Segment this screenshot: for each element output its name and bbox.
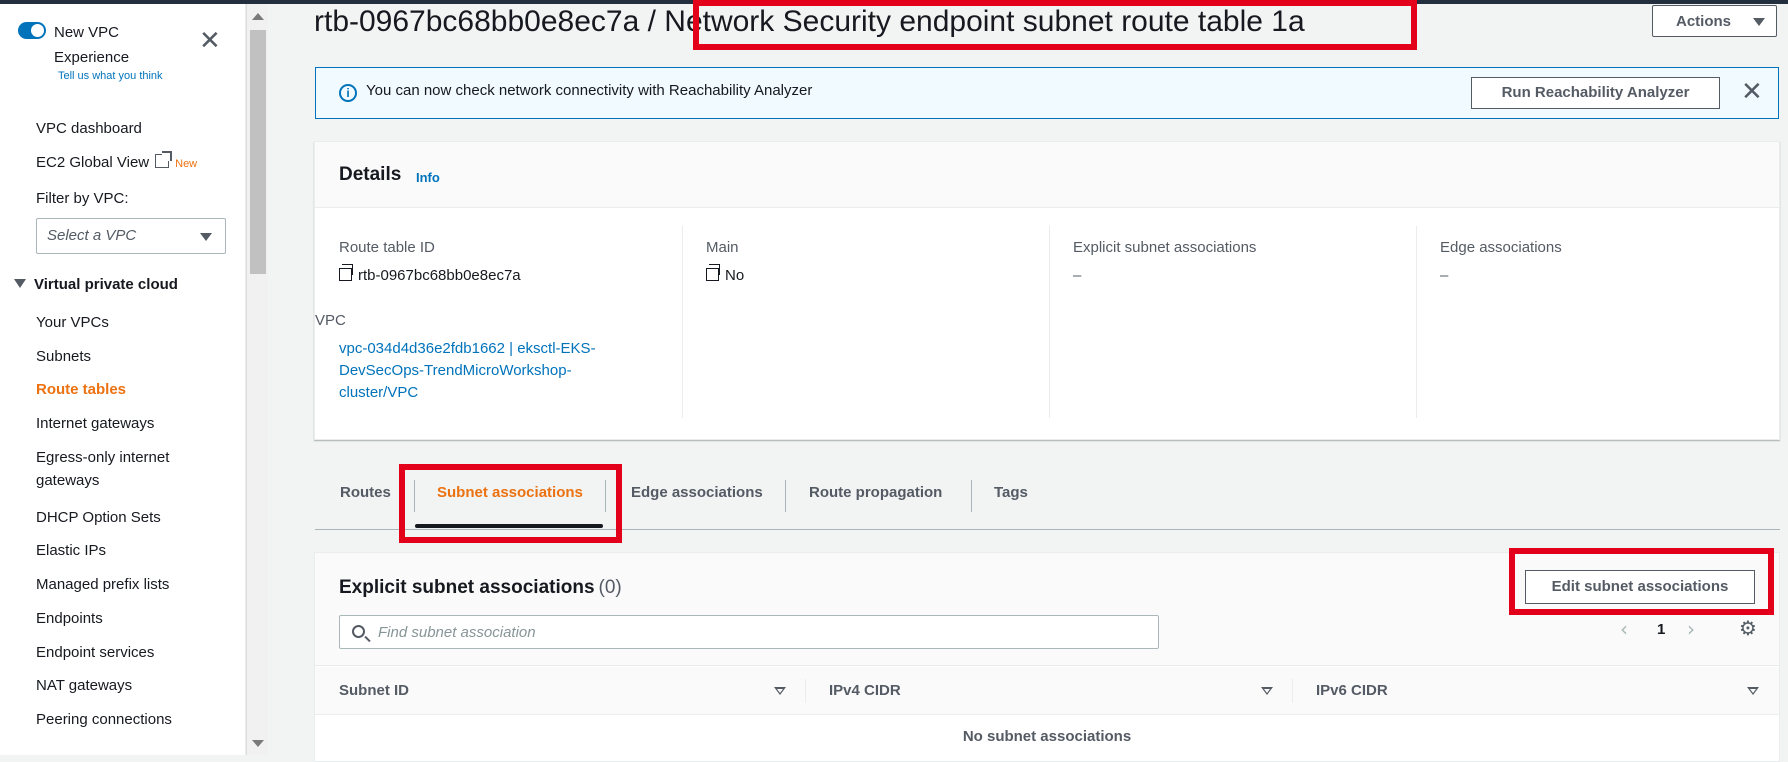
flash-message: You can now check network connectivity w… (366, 82, 813, 99)
column-divider (682, 226, 683, 418)
edge-associations-label: Edge associations (1440, 239, 1562, 256)
sidebar-item-dhcp-option-sets[interactable]: DHCP Option Sets (36, 506, 161, 529)
sort-icon[interactable] (1261, 687, 1273, 695)
tab-routes[interactable]: Routes (340, 484, 391, 501)
info-icon: i (339, 84, 357, 102)
tab-divider (785, 480, 786, 512)
sidebar-item-endpoint-services[interactable]: Endpoint services (36, 641, 154, 664)
page-number[interactable]: 1 (1657, 621, 1665, 638)
search-placeholder: Find subnet association (378, 624, 536, 641)
column-ipv4-cidr[interactable]: IPv4 CIDR (829, 682, 901, 699)
column-divider (1292, 679, 1293, 703)
close-icon[interactable]: ✕ (199, 28, 221, 54)
sidebar-item-egress-only-internet-gateways[interactable]: Egress-only internet gateways (36, 446, 226, 492)
vpc-link[interactable]: vpc-034d4d36e2fdb1662 | eksctl-EKS-DevSe… (339, 338, 627, 404)
tab-route-propagation[interactable]: Route propagation (809, 484, 942, 501)
sidebar-item-label: EC2 Global View (36, 154, 150, 171)
edge-associations-value: – (1440, 267, 1449, 284)
search-icon (352, 625, 365, 638)
column-ipv6-cidr[interactable]: IPv6 CIDR (1316, 682, 1388, 699)
tab-edge-associations[interactable]: Edge associations (631, 484, 763, 501)
title-highlight-box (693, 0, 1417, 50)
column-divider (805, 679, 806, 703)
sidebar-item-endpoints[interactable]: Endpoints (36, 607, 103, 630)
search-input[interactable]: Find subnet association (339, 615, 1159, 649)
toggle-knob (31, 24, 44, 37)
associations-title: Explicit subnet associations (0) (339, 577, 622, 599)
column-divider (1049, 226, 1050, 418)
sidebar-item-vpc-dashboard[interactable]: VPC dashboard (36, 117, 142, 140)
sidebar-item-your-vpcs[interactable]: Your VPCs (36, 311, 109, 334)
filter-label: Filter by VPC: (36, 190, 129, 207)
sidebar-item-route-tables[interactable]: Route tables (36, 378, 126, 401)
run-reachability-analyzer-button[interactable]: Run Reachability Analyzer (1471, 77, 1720, 109)
experience-title: New VPC Experience (54, 24, 130, 66)
vpc-label: VPC (315, 312, 346, 329)
scroll-up-arrow[interactable] (252, 13, 264, 20)
associations-count: (0) (598, 577, 622, 598)
new-badge: New (175, 158, 198, 170)
vpc-select[interactable]: Select a VPC (36, 218, 226, 254)
details-panel: Details Info Route table ID rtb-0967bc68… (314, 141, 1780, 440)
caret-down-icon (1753, 18, 1765, 26)
flash-banner: i You can now check network connectivity… (315, 67, 1779, 119)
sort-icon[interactable] (1747, 687, 1759, 695)
sort-icon[interactable] (774, 687, 786, 695)
column-divider (1416, 226, 1417, 418)
edit-button-highlight-box (1509, 548, 1774, 615)
table-header: Subnet ID IPv4 CIDR IPv6 CIDR (315, 667, 1779, 715)
tab-highlight-box (399, 464, 622, 543)
sidebar-item-managed-prefix-lists[interactable]: Managed prefix lists (36, 573, 169, 596)
close-icon[interactable]: ✕ (1741, 78, 1763, 106)
actions-button[interactable]: Actions (1652, 5, 1777, 37)
toggle-icon[interactable] (18, 22, 46, 39)
main-label: Main (706, 239, 739, 256)
caret-down-icon (200, 233, 212, 241)
main-value: No (706, 264, 745, 284)
sidebar-item-internet-gateways[interactable]: Internet gateways (36, 412, 154, 435)
column-subnet-id[interactable]: Subnet ID (339, 682, 409, 699)
sidebar-item-nat-gateways[interactable]: NAT gateways (36, 674, 132, 697)
sidebar-scrollbar[interactable] (246, 4, 268, 755)
external-link-icon (155, 151, 173, 168)
explicit-associations-value: – (1073, 267, 1082, 284)
main-value-text: No (725, 267, 745, 284)
copy-icon[interactable] (706, 264, 720, 281)
empty-message: No subnet associations (962, 728, 1132, 745)
sidebar-item-peering-connections[interactable]: Peering connections (36, 708, 172, 731)
sidebar: New VPC Experience Tell us what you thin… (0, 4, 246, 755)
caret-down-icon (14, 279, 26, 288)
vpc-select-placeholder: Select a VPC (47, 227, 137, 244)
details-header: Details Info (315, 142, 1779, 208)
explicit-associations-label: Explicit subnet associations (1073, 239, 1257, 256)
tab-tags[interactable]: Tags (994, 484, 1028, 501)
gear-icon[interactable]: ⚙ (1739, 618, 1759, 638)
route-table-id-text: rtb-0967bc68bb0e8ec7a (358, 267, 521, 284)
actions-label: Actions (1676, 13, 1732, 30)
details-title: Details (339, 164, 402, 185)
scroll-thumb[interactable] (250, 30, 266, 274)
sidebar-item-subnets[interactable]: Subnets (36, 345, 91, 368)
scroll-down-arrow[interactable] (252, 740, 264, 747)
route-table-id-label: Route table ID (339, 239, 435, 256)
tab-divider (971, 480, 972, 512)
copy-icon[interactable] (339, 264, 353, 281)
section-label: Virtual private cloud (34, 276, 178, 293)
sidebar-item-ec2-global-view[interactable]: EC2 Global View New (36, 151, 197, 176)
section-virtual-private-cloud[interactable]: Virtual private cloud (14, 276, 178, 293)
sidebar-item-elastic-ips[interactable]: Elastic IPs (36, 539, 106, 562)
info-link[interactable]: Info (416, 170, 440, 185)
chevron-left-icon[interactable]: ‹ (1620, 617, 1628, 641)
route-table-id-value: rtb-0967bc68bb0e8ec7a (339, 264, 521, 284)
associations-title-text: Explicit subnet associations (339, 577, 595, 598)
feedback-link[interactable]: Tell us what you think (58, 70, 163, 82)
chevron-right-icon[interactable]: › (1687, 617, 1695, 641)
